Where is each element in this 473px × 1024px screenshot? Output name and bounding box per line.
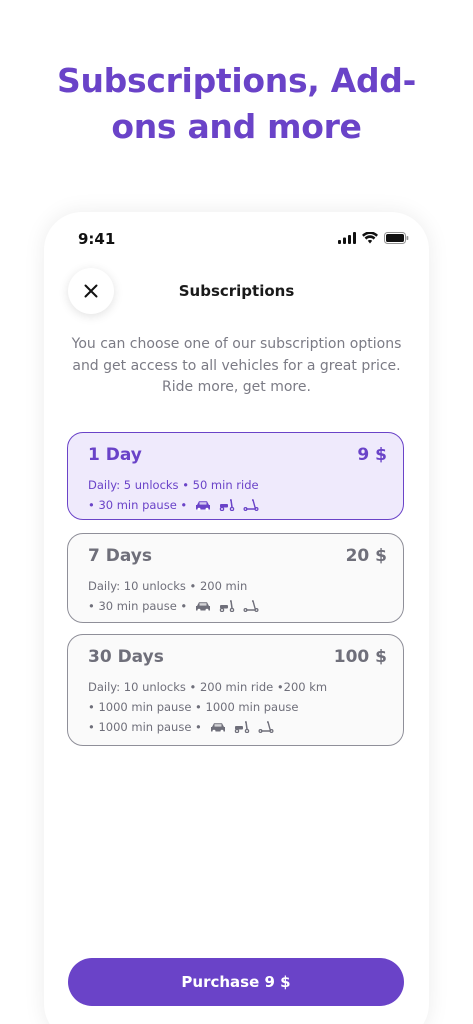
scooter-icon <box>243 600 259 612</box>
plan-detail-line: Daily: 10 unlocks • 200 min ride •200 km <box>88 680 328 694</box>
plan-card-1-day[interactable]: 1 Day 9 $ Daily: 5 unlocks • 50 min ride… <box>67 432 404 520</box>
plan-price: 100 $ <box>333 647 387 667</box>
moped-icon <box>219 499 235 511</box>
plan-name: 7 Days <box>88 546 153 566</box>
car-icon <box>196 500 211 511</box>
plan-details: Daily: 10 unlocks • 200 min • 30 min pau… <box>88 576 259 616</box>
purchase-button[interactable]: Purchase 9 $ <box>68 958 404 1006</box>
screen-title: Subscriptions <box>178 282 295 300</box>
headline-line-1: Subscriptions, Add- <box>57 61 416 100</box>
plan-price: 9 $ <box>357 445 387 465</box>
battery-icon <box>384 232 409 244</box>
plan-details: Daily: 5 unlocks • 50 min ride • 30 min … <box>88 475 259 515</box>
status-icons <box>338 232 409 244</box>
vehicle-icons <box>210 721 274 733</box>
scooter-icon <box>258 721 274 733</box>
plan-detail-line: • 1000 min pause • 1000 min pause <box>88 700 299 714</box>
plan-detail-line: • 1000 min pause • <box>88 717 327 737</box>
vehicle-icons <box>195 499 259 511</box>
phone-frame: 9:41 Subscriptions You can choose one of… <box>44 212 429 1024</box>
car-icon <box>210 722 225 733</box>
moped-icon <box>219 600 235 612</box>
plan-detail-line: • 30 min pause • <box>88 495 259 515</box>
scooter-icon <box>243 499 259 511</box>
promo-headline: Subscriptions, Add- ons and more <box>0 58 473 150</box>
plan-detail-line: Daily: 5 unlocks • 50 min ride <box>88 478 259 492</box>
moped-icon <box>234 721 250 733</box>
vehicle-icons <box>195 600 259 612</box>
headline-line-2: ons and more <box>111 107 362 146</box>
status-bar: 9:41 <box>44 230 429 250</box>
plan-name: 30 Days <box>88 647 164 667</box>
car-icon <box>196 601 211 612</box>
wifi-icon <box>362 232 378 244</box>
plan-detail-line: • 30 min pause • <box>88 596 259 616</box>
plan-details: Daily: 10 unlocks • 200 min ride •200 km… <box>88 677 327 737</box>
plan-price: 20 $ <box>345 546 387 566</box>
status-time: 9:41 <box>78 230 116 248</box>
signal-icon <box>338 232 356 244</box>
plan-card-30-days[interactable]: 30 Days 100 $ Daily: 10 unlocks • 200 mi… <box>67 634 404 746</box>
plan-detail-line: Daily: 10 unlocks • 200 min <box>88 579 248 593</box>
plan-card-7-days[interactable]: 7 Days 20 $ Daily: 10 unlocks • 200 min … <box>67 533 404 623</box>
screen-description: You can choose one of our subscription o… <box>71 336 402 395</box>
plan-name: 1 Day <box>88 445 142 465</box>
